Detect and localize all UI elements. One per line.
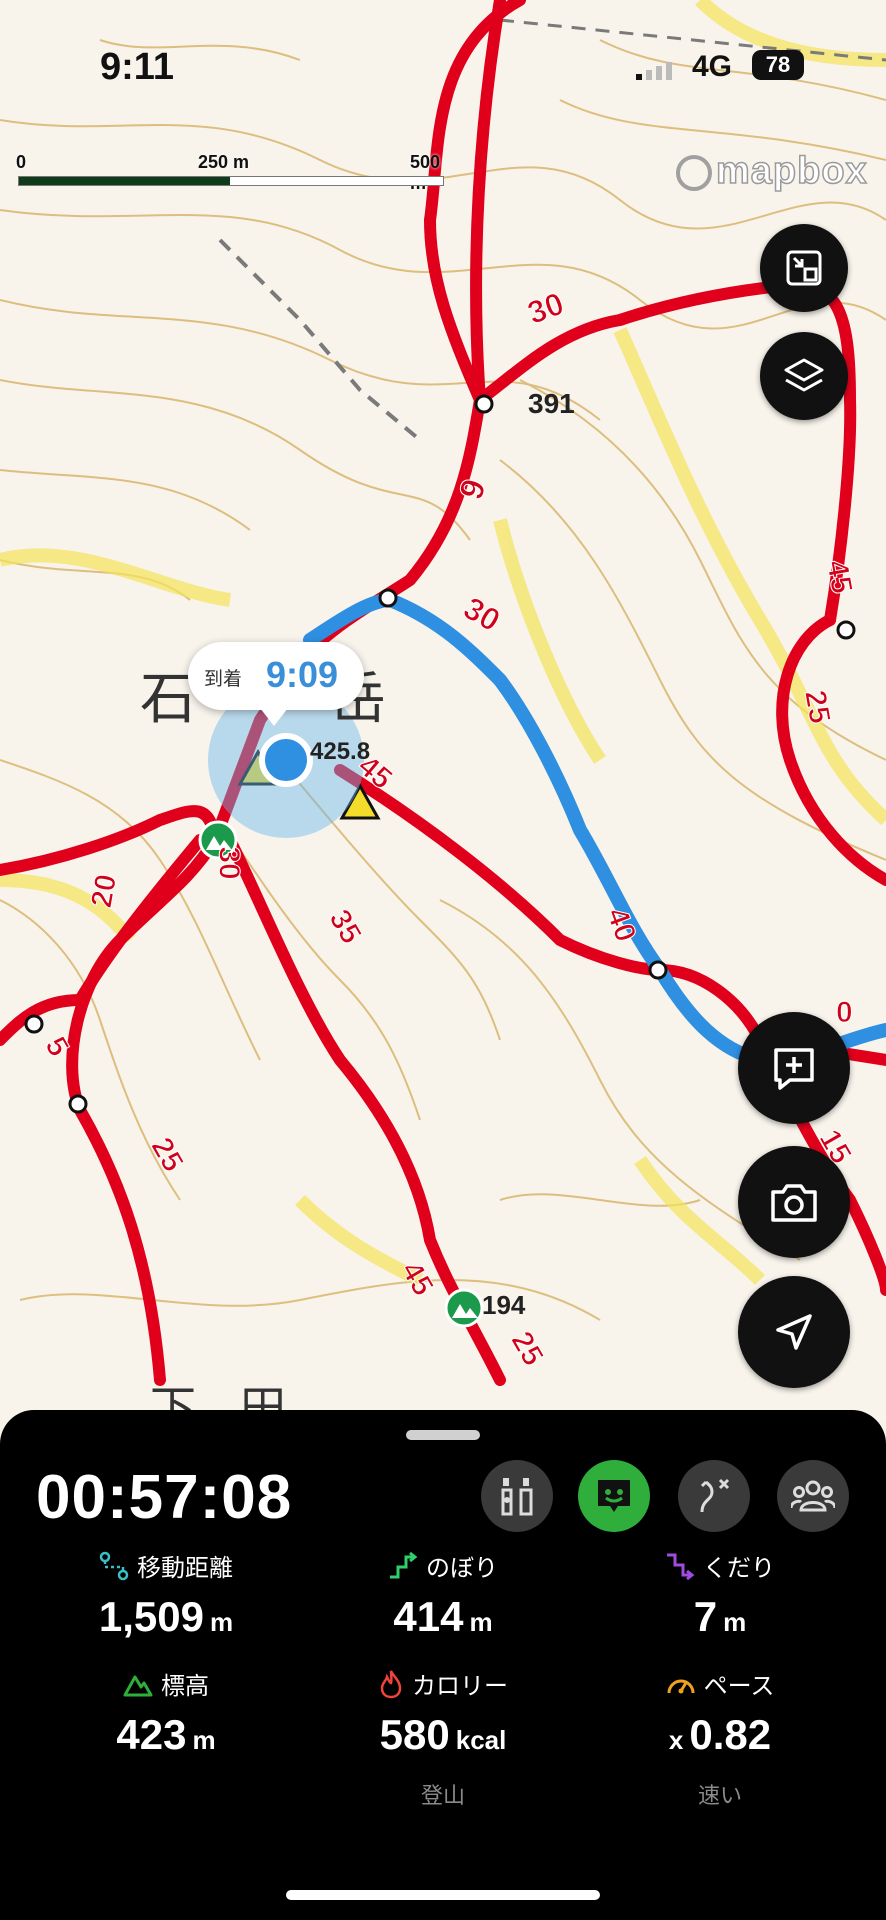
elapsed-timer: 00:57:08 [36,1463,293,1532]
arrival-time-bubble[interactable]: 到着 9:09 [188,642,364,726]
battery-indicator: 78 [752,50,804,80]
current-location-dot [259,733,313,787]
signal-icon [636,62,672,80]
stat-prefix: x [668,1725,684,1755]
segment-time: 30 [212,846,246,880]
chat-face-icon [598,1480,630,1512]
stat-value: 580 [379,1711,450,1758]
arrival-label: 到着 [204,669,243,690]
panel-drag-handle[interactable] [406,1430,480,1440]
stat-pace: ペース x 0.82 [590,1666,850,1759]
stat-label: カロリー [412,1673,508,1700]
segment-time: 25 [798,687,837,727]
map-view[interactable]: 391 425.8 194 石 岳 下 田 30 9 30 45 25 45 3… [0,0,886,1420]
segment-time: 0 [836,996,854,1030]
activity-panel: 00:57:08 移動距離 1,509 m のぼり 414 m くだり 7 m … [0,1410,886,1920]
boundary-line [218,238,422,442]
stat-value: 423 [116,1711,187,1758]
group-icon [791,1480,835,1512]
mountain-icon [123,1675,153,1696]
stat-distance: 移動距離 1,509 m [36,1548,296,1641]
mapbox-logo[interactable]: mapbox [676,149,868,193]
stat-unit: kcal [455,1725,507,1755]
trail-info-toggle[interactable] [481,1460,553,1532]
collapse-icon [786,250,822,286]
stat-label: 標高 [161,1673,209,1700]
ascent-icon [390,1551,418,1578]
stat-value: 7 [693,1593,718,1640]
camera-button[interactable] [738,1146,850,1258]
stat-unit: m [723,1607,747,1637]
scale-label: 250 m [198,152,250,172]
camera-icon [771,1184,817,1222]
stat-label: 移動距離 [137,1555,233,1582]
network-type: 4G [692,50,733,83]
activity-type: 登山 [420,1783,465,1808]
add-memo-button[interactable] [738,1012,850,1124]
stat-label: のぼり [426,1555,498,1582]
home-indicator [286,1890,600,1900]
stat-value: 0.82 [689,1711,772,1758]
locate-button[interactable] [738,1276,850,1388]
distance-icon [99,1551,129,1580]
navigation-arrow-icon [776,1314,812,1350]
stat-descent: くだり 7m [590,1548,850,1641]
stat-value: 1,509 [98,1593,204,1640]
route-icon [700,1478,730,1513]
speedometer-icon [667,1679,695,1693]
scale-label: 500 m [410,152,441,193]
memo-plus-icon [774,1048,814,1090]
status-time: 9:11 [100,46,174,88]
place-label: 石 [140,667,196,730]
stat-elevation: 標高 423 m [36,1666,296,1759]
scale-bar-track [18,176,444,186]
segment-time: 20 [85,871,124,911]
spot-height-194: 194 [482,1290,526,1320]
mapbox-wordmark: mapbox [715,149,868,193]
stat-label: くだり [703,1555,775,1582]
route-toggle[interactable] [678,1460,750,1532]
contour-lines [0,39,886,1321]
blue-track [303,593,886,1068]
stat-unit: m [209,1607,234,1637]
arrival-time: 9:09 [266,654,339,695]
descent-icon [667,1553,695,1580]
stat-value: 414 [393,1593,464,1640]
mapbox-icon [676,154,712,191]
scale-bar-fill [19,177,230,185]
spot-height-391: 391 [528,388,575,419]
fit-map-button[interactable] [760,224,848,312]
chat-toggle[interactable] [578,1460,650,1532]
layers-icon [784,358,824,392]
map-scale-bar: 0 250 m 500 m [16,152,448,193]
flame-icon [380,1669,402,1698]
group-toggle[interactable] [777,1460,849,1532]
pace-description: 速い [697,1783,742,1808]
status-bar: 9:11 4G 78 [0,40,886,90]
scale-label: 0 [16,152,27,172]
signpost-icon [501,1478,533,1516]
stat-unit: m [192,1725,216,1755]
segment-time: 45 [820,557,859,597]
stat-label: ペース [703,1673,775,1700]
stat-ascent: のぼり 414 m [313,1548,573,1641]
layers-button[interactable] [760,332,848,420]
stat-calories: カロリー 580 kcal [313,1666,573,1759]
stat-unit: m [469,1607,493,1637]
